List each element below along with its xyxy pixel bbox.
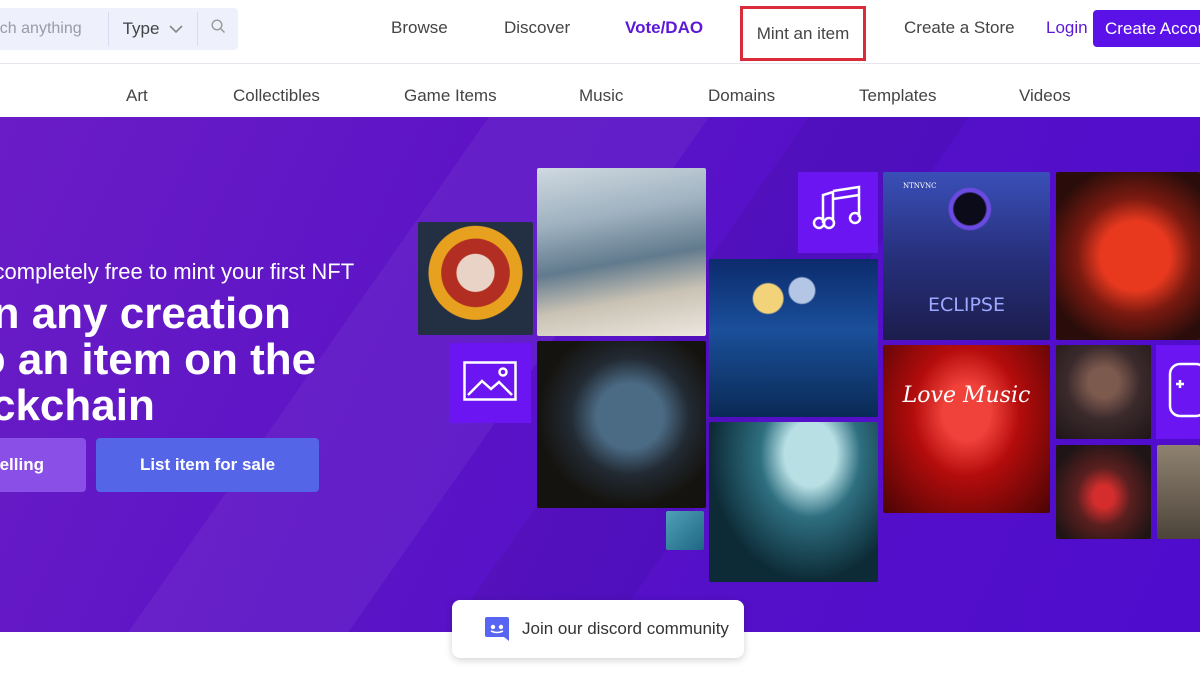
- skull-painting-thumbnail[interactable]: [418, 222, 533, 335]
- login-link[interactable]: Login: [1046, 18, 1088, 38]
- search-icon: [210, 19, 226, 39]
- love-music-thumbnail[interactable]: Love Music: [883, 345, 1050, 513]
- archer-moon-thumbnail[interactable]: [709, 422, 878, 582]
- search-bar: Type: [0, 8, 238, 50]
- search-button[interactable]: [198, 8, 238, 50]
- list-item-for-sale-button[interactable]: List item for sale: [96, 438, 319, 492]
- create-account-label: Create Account: [1105, 18, 1200, 38]
- ntnvnc-label: NTNVNC: [903, 182, 937, 190]
- start-selling-button[interactable]: Start selling: [0, 438, 86, 492]
- search-input[interactable]: [0, 8, 108, 50]
- category-bar: Art Collectibles Game Items Music Domain…: [0, 65, 1200, 117]
- discord-community-button[interactable]: Join our discord community: [452, 600, 744, 658]
- dark-figure-thumbnail[interactable]: [1056, 345, 1151, 439]
- top-navigation-bar: Type Browse Discover Vote/DAO Mint an it…: [0, 0, 1200, 64]
- discord-label: Join our discord community: [522, 619, 729, 638]
- nav-discover[interactable]: Discover: [504, 18, 570, 38]
- hero-title: Turn any creation into an item on the bl…: [0, 289, 317, 430]
- eclipse-label: ECLIPSE: [928, 294, 1005, 316]
- floating-planets-thumbnail[interactable]: [709, 259, 878, 417]
- type-dropdown-label: Type: [122, 19, 160, 38]
- red-door-thumbnail[interactable]: [1056, 445, 1151, 539]
- cave-balloon-thumbnail[interactable]: [537, 341, 706, 508]
- games-category-tile[interactable]: [1156, 345, 1200, 439]
- chevron-down-icon: [169, 19, 183, 39]
- clouds-boardwalk-thumbnail[interactable]: [537, 168, 706, 336]
- music-category-tile[interactable]: [798, 172, 878, 253]
- nav-browse[interactable]: Browse: [391, 18, 448, 38]
- create-account-button[interactable]: Create Account: [1093, 10, 1200, 47]
- discord-icon: [484, 615, 510, 643]
- nav-create-store[interactable]: Create a Store: [904, 18, 1015, 38]
- list-item-label: List item for sale: [139, 455, 276, 474]
- type-dropdown[interactable]: Type: [110, 8, 196, 50]
- roy-woods-album-thumbnail[interactable]: [1056, 172, 1200, 340]
- nav-vote-dao[interactable]: Vote/DAO: [625, 18, 703, 38]
- category-videos[interactable]: Videos: [1019, 86, 1071, 106]
- music-note-icon: [811, 185, 865, 240]
- nav-mint-label: Mint an item: [756, 23, 850, 43]
- category-music[interactable]: Music: [579, 86, 623, 106]
- category-collectibles[interactable]: Collectibles: [233, 86, 320, 106]
- small-teal-thumbnail[interactable]: [666, 511, 704, 550]
- search-divider: [108, 12, 109, 46]
- love-music-label: Love Music: [902, 383, 1031, 408]
- ruins-thumbnail[interactable]: [1157, 445, 1200, 539]
- gamepad-icon: [1156, 360, 1200, 425]
- image-category-tile[interactable]: [449, 343, 531, 423]
- hero-subtitle: It's completely free to mint your first …: [0, 259, 355, 284]
- category-templates[interactable]: Templates: [859, 86, 936, 106]
- category-art[interactable]: Art: [126, 86, 148, 106]
- nav-mint-an-item[interactable]: Mint an item: [740, 6, 866, 61]
- image-icon: [463, 360, 517, 406]
- eclipse-album-thumbnail[interactable]: NTNVNC ECLIPSE: [883, 172, 1050, 340]
- category-game-items[interactable]: Game Items: [404, 86, 497, 106]
- category-domains[interactable]: Domains: [708, 86, 775, 106]
- start-selling-label: Start selling: [0, 455, 44, 474]
- hero-banner: It's completely free to mint your first …: [0, 117, 1200, 632]
